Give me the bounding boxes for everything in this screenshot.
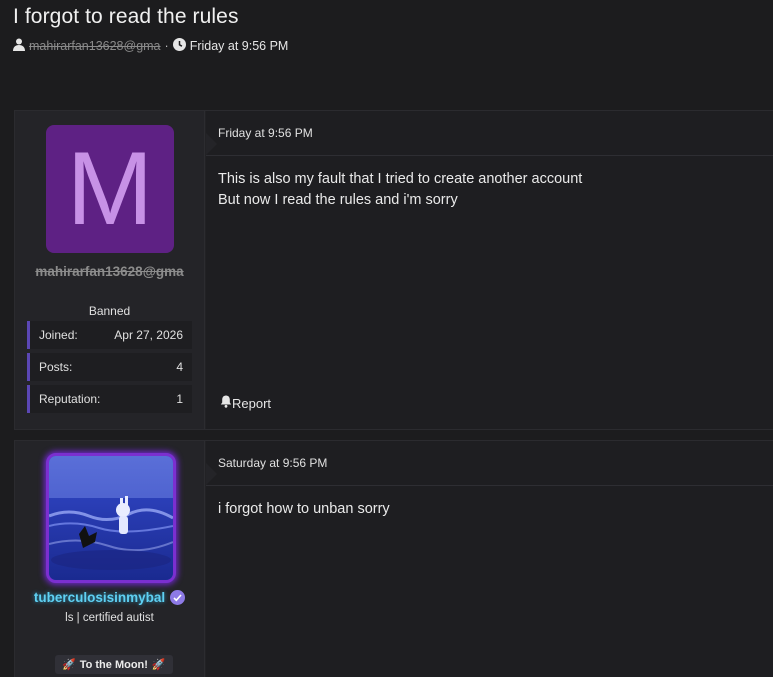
- avatar[interactable]: M: [46, 125, 174, 253]
- username-link[interactable]: mahirarfan13628@gma: [23, 263, 196, 280]
- bell-icon: [220, 395, 232, 411]
- rocket-icon: 🚀: [62, 659, 76, 671]
- verified-badge-icon: [170, 590, 186, 605]
- post-user-cell: M mahirarfan13628@gma Banned Joined: Apr…: [15, 111, 205, 429]
- stat-label: Reputation:: [39, 392, 101, 406]
- clock-icon: [172, 38, 186, 54]
- thread-meta: mahirarfan13628@gma · Friday at 9:56 PM: [13, 38, 288, 54]
- user-stats: Joined: Apr 27, 2026 Posts: 4 Reputation…: [27, 321, 192, 417]
- username-link[interactable]: tuberculosisinmybal: [34, 590, 165, 605]
- username-row: tuberculosisinmybal: [15, 590, 204, 605]
- post-body: This is also my fault that I tried to cr…: [218, 169, 582, 211]
- post-date-link[interactable]: Saturday at 9:56 PM: [218, 456, 327, 470]
- avatar-image: [49, 456, 173, 580]
- post: tuberculosisinmybal ls | certified autis…: [14, 440, 773, 677]
- user-title: Banned: [88, 304, 131, 318]
- user-title: ls | certified autist: [65, 612, 154, 624]
- report-button[interactable]: Report: [220, 395, 271, 411]
- post-divider: [206, 155, 773, 156]
- stat-label: Posts:: [39, 360, 73, 374]
- stat-value: 4: [176, 360, 183, 374]
- post-date-link[interactable]: Friday at 9:56 PM: [218, 126, 313, 140]
- report-label: Report: [232, 395, 272, 411]
- badge-label: To the Moon!: [79, 658, 148, 671]
- post-divider: [206, 485, 773, 486]
- post-body-line: But now I read the rules and i'm sorry: [218, 192, 458, 208]
- thread-page: I forgot to read the rules mahirarfan136…: [0, 0, 773, 677]
- thread-title: I forgot to read the rules: [13, 5, 239, 28]
- stat-label: Joined:: [39, 328, 78, 342]
- stat-joined: Joined: Apr 27, 2026: [27, 321, 192, 349]
- post-body-line: i forgot how to unban sorry: [218, 501, 390, 517]
- user-icon: [13, 38, 25, 54]
- post-body-line: This is also my fault that I tried to cr…: [218, 171, 583, 187]
- stat-value: Apr 27, 2026: [114, 328, 183, 342]
- stat-value: 1: [176, 392, 183, 406]
- thread-author-link[interactable]: mahirarfan13628@gma: [29, 39, 161, 53]
- stat-reputation: Reputation: 1: [27, 385, 192, 413]
- meta-separator: ·: [164, 39, 169, 53]
- user-badge: 🚀 To the Moon! 🚀: [55, 655, 173, 674]
- stat-posts: Posts: 4: [27, 353, 192, 381]
- post-content-cell: Saturday at 9:56 PM i forgot how to unba…: [206, 441, 773, 677]
- avatar[interactable]: [46, 453, 176, 583]
- post-body: i forgot how to unban sorry: [218, 499, 390, 520]
- post: M mahirarfan13628@gma Banned Joined: Apr…: [14, 110, 773, 430]
- rocket-icon: 🚀: [151, 659, 166, 671]
- thread-date-link[interactable]: Friday at 9:56 PM: [190, 39, 289, 53]
- avatar-letter: M: [66, 131, 154, 247]
- post-user-cell: tuberculosisinmybal ls | certified autis…: [15, 441, 205, 677]
- post-content-cell: Friday at 9:56 PM This is also my fault …: [206, 111, 773, 429]
